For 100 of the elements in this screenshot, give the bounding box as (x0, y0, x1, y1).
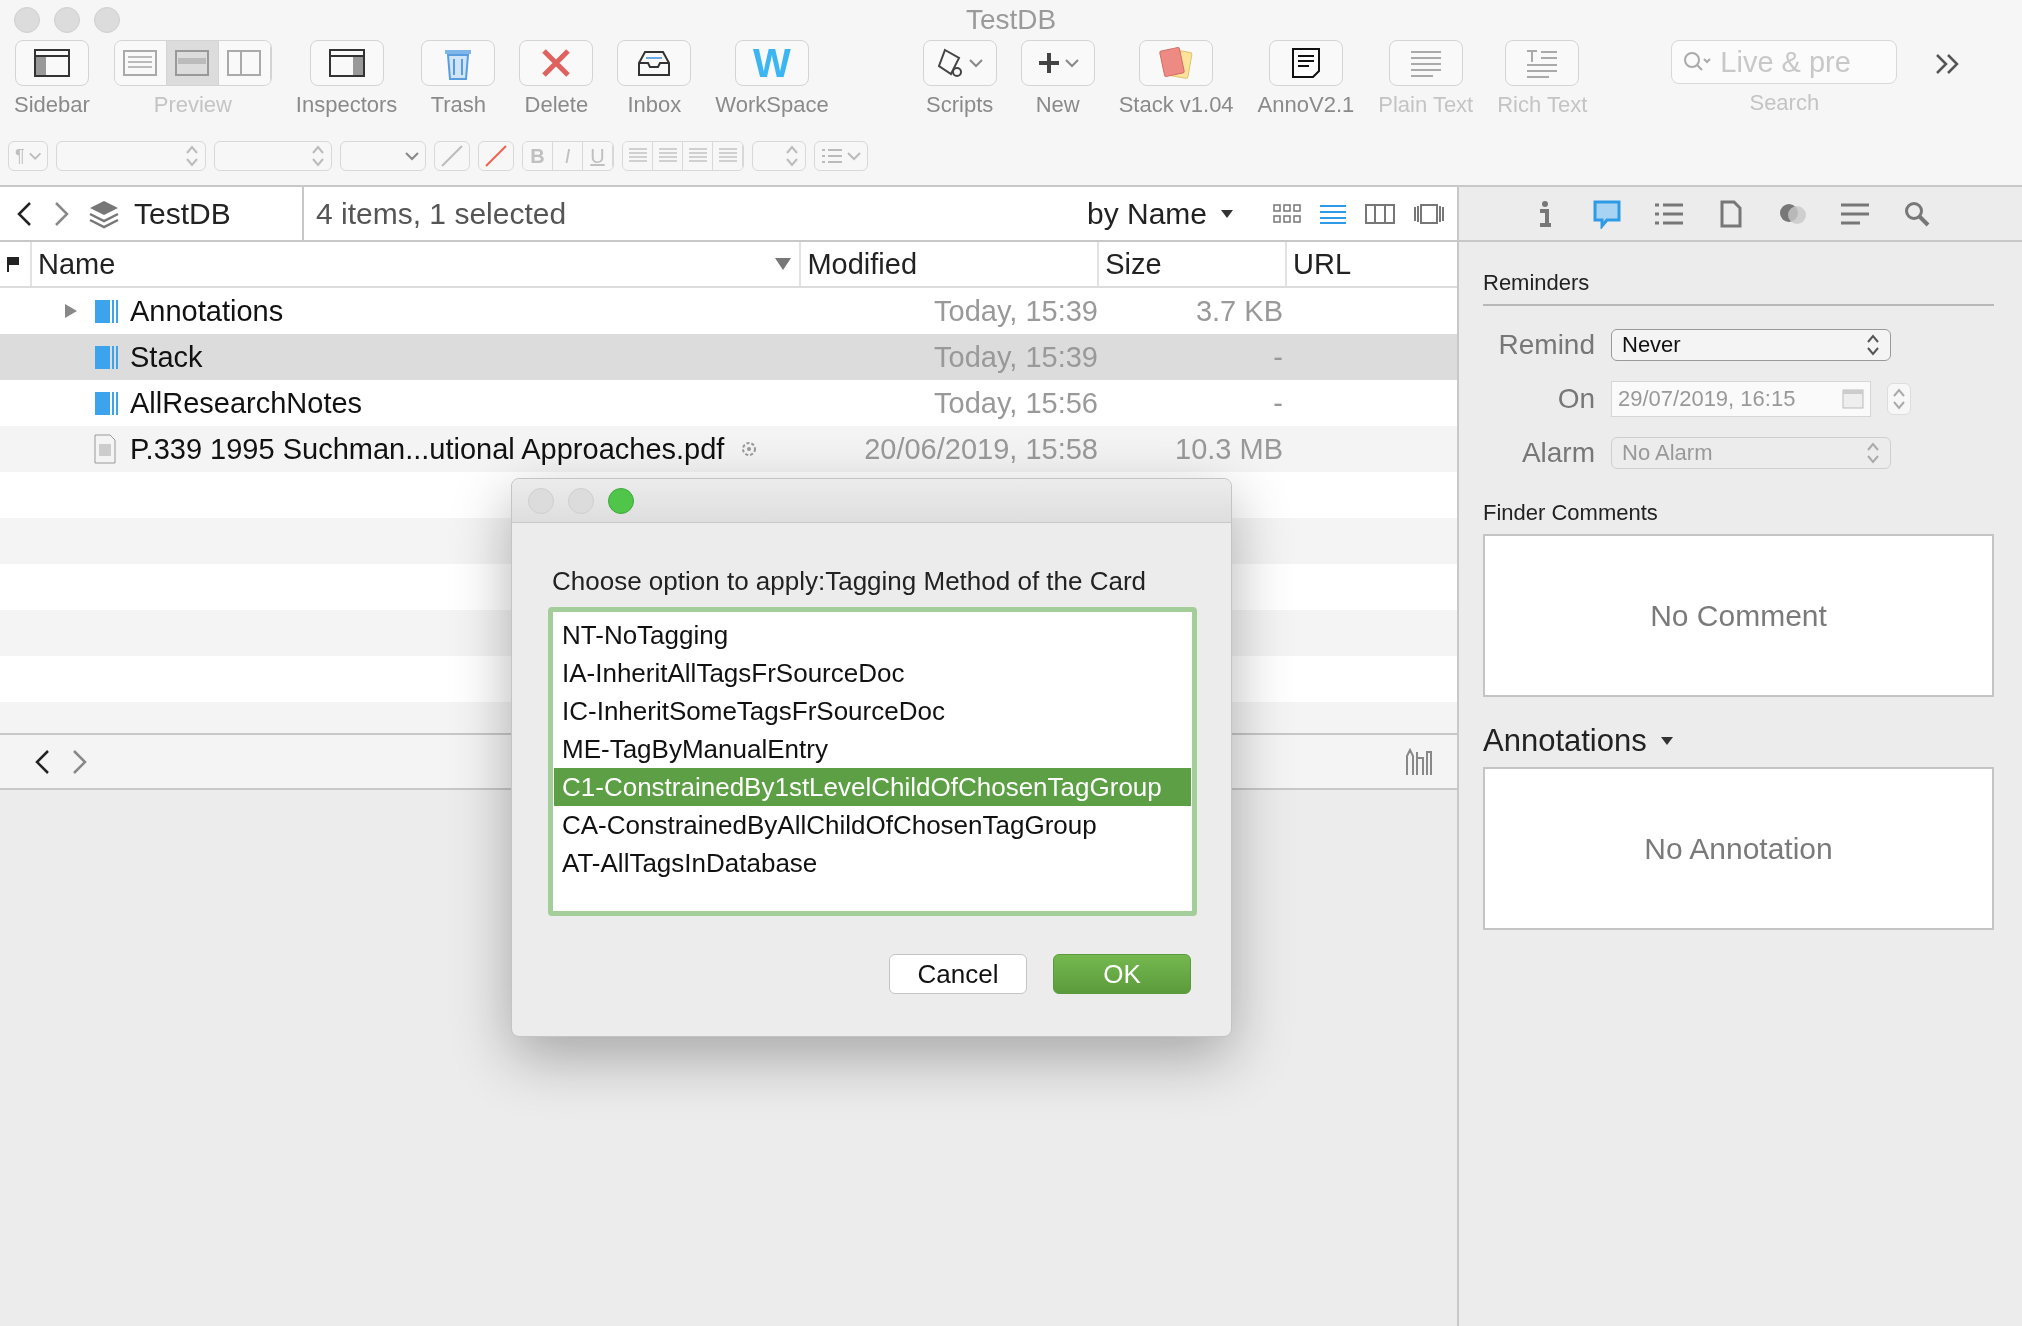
alignment-button[interactable] (623, 142, 653, 170)
toolbar-button[interactable] (1268, 40, 1343, 86)
chevron-right-icon (72, 748, 88, 775)
text-color-well[interactable] (434, 141, 470, 171)
calendar-icon (1842, 389, 1864, 409)
comment-field[interactable]: No Comment (1483, 534, 1994, 697)
list-option[interactable]: IC-InheritSomeTagsFrSourceDoc (554, 692, 1191, 730)
stepper-arrows-icon (185, 145, 199, 167)
column-header[interactable]: URL (1293, 247, 1352, 281)
line-spacing-popup[interactable] (752, 141, 806, 171)
date-stepper[interactable] (1887, 383, 1911, 415)
toolbar-label: AnnoV2.1 (1257, 92, 1355, 118)
folder-group-icon (94, 389, 118, 417)
plus-icon (1036, 51, 1061, 75)
zoom-window-button[interactable] (94, 7, 120, 33)
plain-text-icon (1408, 49, 1443, 77)
list-option[interactable]: NT-NoTagging (554, 616, 1191, 654)
toolbar-label: Inspectors (295, 92, 398, 118)
toolbar-label: Inbox (627, 92, 682, 118)
close-window-button[interactable] (14, 7, 40, 33)
toolbar-label: Delete (524, 92, 589, 118)
column-header[interactable]: Size (1105, 247, 1162, 281)
cancel-button[interactable]: Cancel (889, 954, 1027, 994)
file-size: - (1273, 386, 1283, 419)
stepper-arrows-icon (1866, 334, 1880, 356)
toolbar-label: New (1035, 92, 1080, 118)
font-style-popup[interactable] (214, 141, 332, 171)
no-color-icon (441, 145, 463, 167)
sidebar-icon (33, 49, 70, 77)
column-header[interactable]: Name (38, 247, 116, 281)
section-heading: Finder Comments (1483, 500, 1659, 526)
icon-grid-view-icon (1273, 203, 1301, 224)
tools-icon (1403, 747, 1433, 776)
popup-menu[interactable]: Never (1611, 329, 1891, 361)
rich-text-icon (1525, 48, 1560, 78)
letter-logo-icon: W (753, 43, 791, 83)
stepper-arrows-icon (1866, 442, 1880, 464)
modified-date: Today, 15:39 (934, 340, 1098, 373)
chevron-right-icon (54, 200, 70, 227)
font-size-combo[interactable] (340, 141, 426, 171)
field-label: On (1556, 383, 1595, 415)
list-option[interactable]: IA-InheritAllTagsFrSourceDoc (554, 654, 1191, 692)
text-lines-icon (1839, 201, 1870, 226)
toolbar-button[interactable] (309, 40, 384, 86)
file-name: AllResearchNotes (130, 386, 363, 420)
zoom-window-button[interactable] (608, 487, 634, 514)
file-row[interactable]: Stack Today, 15:39 - (0, 334, 1457, 380)
list-style-popup[interactable] (814, 141, 868, 171)
toolbar-button[interactable] (14, 40, 89, 86)
file-row[interactable]: P.339 1995 Suchman...utional Approaches.pdf 20/06/2019, 15:58 10.3 MB (0, 426, 1457, 472)
flag-icon (6, 256, 20, 272)
file-name: P.339 1995 Suchman...utional Approaches.pdf (130, 432, 725, 466)
sort-descending-icon (775, 258, 792, 270)
toolbar-menu-button[interactable] (922, 40, 997, 86)
database-name: TestDB (134, 196, 231, 231)
background-color-well[interactable] (478, 141, 514, 171)
chevron-down-icon (28, 151, 41, 161)
columns-layout-icon (227, 50, 262, 76)
inspector-panel-icon (328, 49, 365, 77)
file-size: 10.3 MB (1175, 432, 1283, 465)
toolbar-button[interactable] (617, 40, 692, 86)
section-heading: Reminders (1483, 270, 1591, 296)
chevron-left-icon (16, 200, 32, 227)
caret-down-icon (1660, 737, 1673, 745)
search-icon (1903, 200, 1930, 227)
file-size: - (1273, 340, 1283, 373)
field-label: Remind (1497, 329, 1595, 361)
list-option[interactable]: ME-TagByManualEntry (554, 730, 1191, 768)
caret-down-icon (1221, 209, 1233, 218)
toolbar-label: Scripts (926, 92, 994, 118)
chevron-down-icon (847, 151, 861, 161)
chevron-down-icon (405, 151, 419, 161)
cover-flow-icon (1413, 203, 1445, 224)
font-family-popup[interactable] (56, 141, 206, 171)
annotation-field[interactable]: No Annotation (1483, 767, 1994, 930)
bullet-list-icon (1653, 201, 1684, 226)
document-file-icon (94, 434, 116, 464)
bullet-list-icon (821, 148, 843, 164)
modified-date: Today, 15:56 (934, 386, 1098, 419)
split-layout-icon (175, 50, 210, 76)
column-header[interactable]: Modified (807, 247, 918, 281)
minimize-window-button[interactable] (54, 7, 80, 33)
toolbar-menu-button[interactable] (1020, 40, 1095, 86)
field-label: Alarm (1520, 437, 1595, 469)
window-title: TestDB (964, 4, 1058, 36)
list-option[interactable]: CA-ConstrainedByAllChildOfChosenTagGroup (554, 806, 1191, 844)
sort-popup[interactable]: by Name (1080, 195, 1239, 232)
text-align-icon (627, 146, 648, 163)
stepper-arrows-icon (785, 145, 799, 167)
folder-group-icon (94, 297, 118, 325)
text-align-icon (687, 146, 708, 163)
comment-bubble-icon (1591, 198, 1622, 229)
item-count: 4 items, 1 selected (316, 196, 568, 231)
text-align-icon (717, 146, 738, 163)
delete-x-icon (541, 48, 572, 78)
list-option[interactable]: AT-AllTagsInDatabase (554, 844, 1191, 882)
list-layout-icon (123, 50, 158, 76)
file-name: Annotations (130, 294, 284, 328)
modified-date: Today, 15:39 (934, 294, 1098, 327)
file-name: Stack (130, 340, 203, 374)
